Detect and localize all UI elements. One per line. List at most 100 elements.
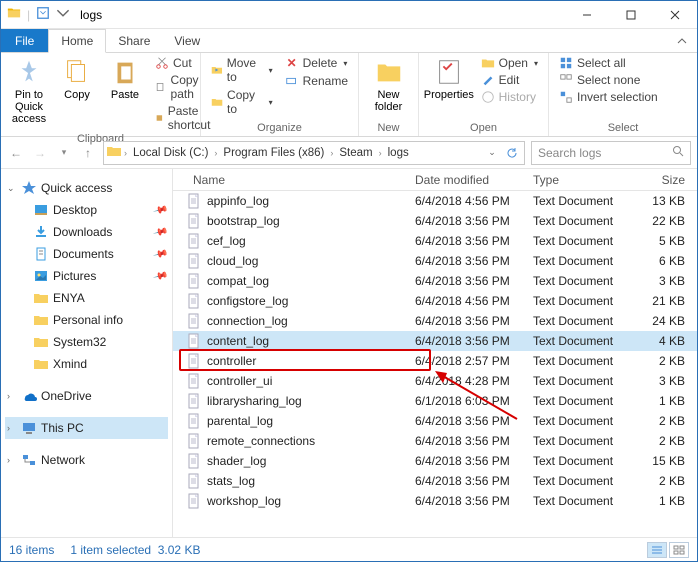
file-date: 6/1/2018 6:03 PM (409, 394, 527, 408)
rename-button[interactable]: Rename (281, 73, 352, 89)
pin-icon: 📌 (152, 246, 168, 262)
table-row[interactable]: stats_log6/4/2018 3:56 PMText Document2 … (173, 471, 697, 491)
search-input[interactable]: Search logs (531, 141, 691, 165)
breadcrumb[interactable]: logs (384, 147, 413, 159)
tab-home[interactable]: Home (48, 29, 106, 53)
new-folder-button[interactable]: New folder (365, 55, 412, 115)
invert-selection-button[interactable]: Invert selection (555, 89, 662, 105)
file-date: 6/4/2018 3:56 PM (409, 334, 527, 348)
minimize-button[interactable] (565, 1, 609, 29)
table-row[interactable]: cef_log6/4/2018 3:56 PMText Document5 KB (173, 231, 697, 251)
file-name: appinfo_log (207, 194, 269, 208)
sidebar-item[interactable]: Pictures📌 (5, 265, 168, 287)
sidebar-item[interactable]: Documents📌 (5, 243, 168, 265)
up-button[interactable]: ↑ (79, 144, 97, 162)
sidebar-item[interactable]: Desktop📌 (5, 199, 168, 221)
file-icon (187, 273, 201, 289)
table-row[interactable]: shader_log6/4/2018 3:56 PMText Document1… (173, 451, 697, 471)
copy-button[interactable]: Copy (55, 55, 99, 103)
view-large-button[interactable] (669, 542, 689, 558)
file-size: 3 KB (631, 374, 691, 388)
paste-button[interactable]: Paste (103, 55, 147, 103)
file-date: 6/4/2018 4:56 PM (409, 294, 527, 308)
sidebar-item[interactable]: ENYA (5, 287, 168, 309)
nav-pane: ⌄ Quick access Desktop📌Downloads📌Documen… (1, 169, 173, 537)
paste-shortcut-icon (155, 111, 164, 125)
properties-button[interactable]: Properties (425, 55, 473, 103)
pc-icon (21, 420, 37, 436)
copy-to-button[interactable]: Copy to▾ (207, 87, 277, 117)
sidebar-item[interactable]: Downloads📌 (5, 221, 168, 243)
breadcrumb[interactable]: Steam (335, 147, 376, 159)
close-button[interactable] (653, 1, 697, 29)
tab-file[interactable]: File (1, 29, 48, 52)
nav-network[interactable]: › Network (5, 449, 168, 471)
breadcrumb[interactable]: Program Files (x86) (219, 147, 328, 159)
table-row[interactable]: remote_connections6/4/2018 3:56 PMText D… (173, 431, 697, 451)
pin-quick-access-button[interactable]: Pin to Quick access (7, 55, 51, 127)
file-type: Text Document (527, 314, 631, 328)
open-button[interactable]: Open▾ (477, 55, 542, 71)
file-date: 6/4/2018 3:56 PM (409, 254, 527, 268)
select-none-button[interactable]: Select none (555, 72, 662, 88)
table-row[interactable]: content_log6/4/2018 3:56 PMText Document… (173, 331, 697, 351)
nav-quick-access[interactable]: ⌄ Quick access (5, 177, 168, 199)
file-type: Text Document (527, 274, 631, 288)
file-type: Text Document (527, 254, 631, 268)
refresh-button[interactable] (502, 147, 522, 159)
file-type: Text Document (527, 354, 631, 368)
file-size: 2 KB (631, 434, 691, 448)
file-icon (187, 393, 201, 409)
nav-item-icon (33, 356, 49, 372)
table-row[interactable]: controller_ui6/4/2018 4:28 PMText Docume… (173, 371, 697, 391)
sidebar-item[interactable]: Personal info (5, 309, 168, 331)
file-icon (187, 253, 201, 269)
edit-button[interactable]: Edit (477, 72, 542, 88)
qat-properties-icon[interactable] (36, 6, 50, 23)
table-row[interactable]: cloud_log6/4/2018 3:56 PMText Document6 … (173, 251, 697, 271)
ribbon-collapse-button[interactable] (667, 29, 697, 52)
table-row[interactable]: bootstrap_log6/4/2018 3:56 PMText Docume… (173, 211, 697, 231)
file-name: connection_log (207, 314, 288, 328)
file-size: 15 KB (631, 454, 691, 468)
tab-view[interactable]: View (162, 29, 212, 52)
recent-dropdown[interactable]: ▾ (55, 144, 73, 162)
table-row[interactable]: configstore_log6/4/2018 4:56 PMText Docu… (173, 291, 697, 311)
sidebar-item[interactable]: Xmind (5, 353, 168, 375)
table-row[interactable]: controller6/4/2018 2:57 PMText Document2… (173, 351, 697, 371)
maximize-button[interactable] (609, 1, 653, 29)
column-headers[interactable]: Name Date modified Type Size (173, 169, 697, 191)
delete-button[interactable]: ✕Delete▾ (281, 55, 352, 71)
address-dropdown[interactable]: ⌄ (482, 147, 502, 159)
forward-button[interactable]: → (31, 144, 49, 162)
col-date[interactable]: Date modified (409, 173, 527, 187)
file-date: 6/4/2018 3:56 PM (409, 234, 527, 248)
back-button[interactable]: ← (7, 144, 25, 162)
select-all-button[interactable]: Select all (555, 55, 662, 71)
file-size: 13 KB (631, 194, 691, 208)
table-row[interactable]: connection_log6/4/2018 3:56 PMText Docum… (173, 311, 697, 331)
col-type[interactable]: Type (527, 173, 631, 187)
breadcrumb[interactable]: Local Disk (C:) (129, 147, 212, 159)
col-size[interactable]: Size (631, 173, 691, 187)
file-size: 2 KB (631, 474, 691, 488)
table-row[interactable]: compat_log6/4/2018 3:56 PMText Document3… (173, 271, 697, 291)
col-name[interactable]: Name (173, 173, 409, 187)
tab-share[interactable]: Share (106, 29, 162, 52)
history-icon (481, 90, 495, 104)
search-icon (672, 145, 684, 160)
table-row[interactable]: librarysharing_log6/1/2018 6:03 PMText D… (173, 391, 697, 411)
file-icon (187, 233, 201, 249)
nav-onedrive[interactable]: › OneDrive (5, 385, 168, 407)
qat-dropdown-icon[interactable] (56, 6, 70, 23)
nav-item-icon (33, 202, 49, 218)
view-details-button[interactable] (647, 542, 667, 558)
table-row[interactable]: parental_log6/4/2018 3:56 PMText Documen… (173, 411, 697, 431)
table-row[interactable]: appinfo_log6/4/2018 4:56 PMText Document… (173, 191, 697, 211)
file-icon (187, 293, 201, 309)
table-row[interactable]: workshop_log6/4/2018 3:56 PMText Documen… (173, 491, 697, 511)
sidebar-item[interactable]: System32 (5, 331, 168, 353)
nav-this-pc[interactable]: › This PC (5, 417, 168, 439)
address-bar[interactable]: › Local Disk (C:)› Program Files (x86)› … (103, 141, 525, 165)
move-to-button[interactable]: Move to▾ (207, 55, 277, 85)
